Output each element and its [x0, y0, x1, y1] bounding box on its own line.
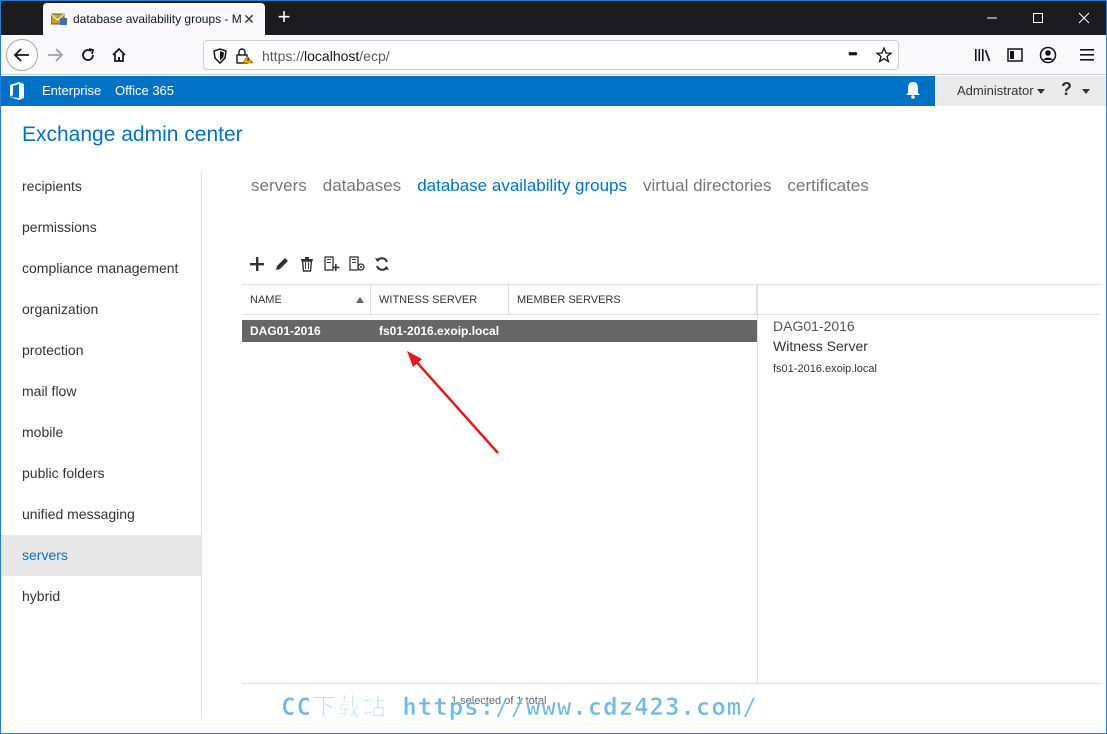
dag-list: NAME WITNESS SERVER MEMBER SERVERS DAG01… — [242, 284, 757, 342]
home-icon — [112, 47, 126, 62]
nav-item-unified-messaging[interactable]: unified messaging — [1, 494, 201, 535]
nav-item-compliance-management[interactable]: compliance management — [1, 248, 201, 289]
enterprise-link[interactable]: Enterprise — [42, 83, 101, 98]
sort-ascending-icon — [356, 297, 364, 303]
close-window-button[interactable] — [1061, 1, 1106, 35]
nav-divider — [201, 171, 202, 719]
edit-icon[interactable] — [269, 254, 294, 274]
action-toolbar — [244, 254, 394, 274]
network-icon[interactable] — [344, 254, 369, 274]
shield-icon[interactable] — [213, 48, 227, 69]
tab-databases[interactable]: databases — [323, 176, 401, 196]
library-icon[interactable] — [974, 47, 992, 68]
help-chevron-down-icon[interactable] — [1082, 89, 1090, 94]
bookmark-star-icon[interactable] — [875, 46, 893, 68]
office365-link[interactable]: Office 365 — [115, 83, 174, 98]
user-menu-chevron-down-icon[interactable] — [1037, 89, 1045, 94]
detail-pane-divider — [757, 284, 758, 684]
column-label: NAME — [250, 294, 282, 306]
office-logo-icon[interactable] — [9, 82, 25, 105]
back-button[interactable] — [6, 39, 38, 71]
detail-pane: DAG01-2016 Witness Server fs01-2016.exoi… — [773, 318, 877, 375]
exchange-top-bar: Enterprise Office 365 Administrator ? — [1, 76, 1106, 106]
table-row[interactable]: DAG01-2016 fs01-2016.exoip.local — [242, 320, 757, 342]
forward-button[interactable] — [39, 39, 71, 71]
tab-database-availability-groups[interactable]: database availability groups — [417, 176, 627, 196]
left-navigation: recipients permissions compliance manage… — [1, 166, 201, 617]
exchange-favicon-icon — [51, 12, 67, 26]
url-text: https://localhost/ecp/ — [262, 48, 390, 64]
url-bar[interactable]: https://localhost/ecp/ ••• — [203, 40, 899, 70]
nav-item-servers[interactable]: servers — [1, 535, 201, 576]
detail-title: DAG01-2016 — [773, 318, 855, 334]
new-tab-button[interactable]: + — [271, 5, 297, 31]
navigation-toolbar: https://localhost/ecp/ ••• — [1, 35, 1106, 75]
column-header-name[interactable]: NAME — [242, 285, 371, 315]
page-actions-icon[interactable]: ••• — [848, 46, 858, 61]
nav-item-organization[interactable]: organization — [1, 289, 201, 330]
detail-pane-header — [757, 284, 1101, 315]
watermark-text: CC下载站 https://www.cdz423.com/ — [281, 693, 758, 722]
nav-item-protection[interactable]: protection — [1, 330, 201, 371]
cell-witness-server: fs01-2016.exoip.local — [379, 324, 500, 338]
menu-hamburger-icon[interactable] — [1080, 48, 1094, 67]
reload-icon — [82, 48, 95, 61]
user-menu[interactable]: Administrator — [957, 83, 1034, 98]
insecure-lock-icon[interactable] — [235, 48, 255, 69]
browser-tab[interactable]: database availability groups - M ✕ — [43, 3, 265, 35]
add-server-icon[interactable] — [319, 254, 344, 274]
add-icon[interactable] — [244, 254, 269, 274]
home-button[interactable] — [103, 39, 135, 71]
nav-item-recipients[interactable]: recipients — [1, 166, 201, 207]
column-header-member-servers[interactable]: MEMBER SERVERS — [509, 285, 757, 315]
nav-item-mobile[interactable]: mobile — [1, 412, 201, 453]
user-menu-area: Administrator ? — [935, 76, 1106, 106]
nav-item-public-folders[interactable]: public folders — [1, 453, 201, 494]
tab-close-icon[interactable]: ✕ — [241, 11, 257, 27]
account-icon[interactable] — [1039, 46, 1057, 69]
cell-name: DAG01-2016 — [250, 324, 321, 338]
browser-window: database availability groups - M ✕ + htt… — [0, 0, 1107, 734]
notification-bell-icon[interactable] — [904, 81, 922, 104]
bottom-divider — [242, 683, 1101, 684]
tab-certificates[interactable]: certificates — [788, 176, 869, 196]
column-header-witness-server[interactable]: WITNESS SERVER — [371, 285, 509, 315]
tab-virtual-directories[interactable]: virtual directories — [643, 176, 772, 196]
detail-value: fs01-2016.exoip.local — [773, 363, 877, 375]
sub-tabs: servers databases database availability … — [251, 176, 885, 196]
nav-item-mail-flow[interactable]: mail flow — [1, 371, 201, 412]
minimize-button[interactable] — [969, 1, 1015, 35]
page-title: Exchange admin center — [22, 123, 243, 146]
nav-item-permissions[interactable]: permissions — [1, 207, 201, 248]
grid-header: NAME WITNESS SERVER MEMBER SERVERS — [242, 284, 757, 315]
sidebar-icon[interactable] — [1007, 47, 1023, 68]
forward-arrow-icon — [48, 48, 64, 62]
nav-item-hybrid[interactable]: hybrid — [1, 576, 201, 617]
delete-icon[interactable] — [294, 254, 319, 274]
tab-strip: database availability groups - M ✕ + — [1, 1, 1106, 35]
tab-servers[interactable]: servers — [251, 176, 307, 196]
reload-button[interactable] — [72, 39, 104, 71]
detail-label: Witness Server — [773, 338, 868, 354]
back-arrow-icon — [13, 48, 29, 62]
tab-title: database availability groups - M — [73, 12, 242, 26]
maximize-button[interactable] — [1015, 1, 1061, 35]
refresh-icon[interactable] — [369, 254, 394, 274]
help-icon[interactable]: ? — [1061, 79, 1072, 100]
